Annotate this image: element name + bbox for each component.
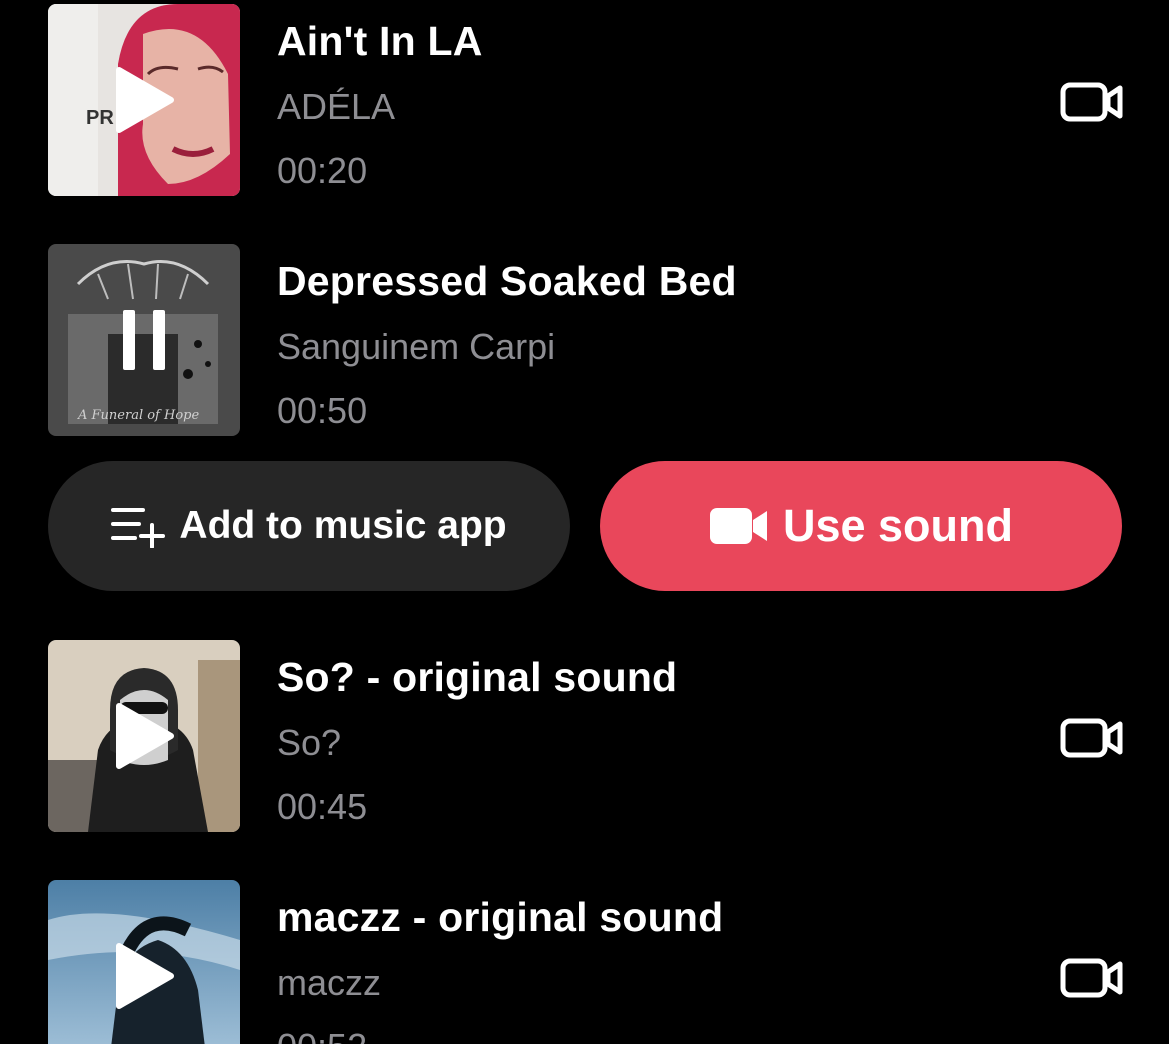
pause-icon[interactable] [113, 306, 175, 374]
track-title: So? - original sound [277, 654, 678, 700]
video-camera-icon[interactable] [1060, 958, 1124, 998]
album-art-aint-in-la[interactable]: PR [48, 4, 240, 196]
track-artist: ADÉLA [277, 86, 396, 127]
track-row-aint-in-la[interactable]: PR Ain't In LA ADÉLA 00:20 [0, 4, 1169, 196]
playlist-add-icon [111, 508, 166, 548]
add-to-music-app-label: Add to music app [179, 504, 507, 547]
album-art-text: A Funeral of Hope [77, 408, 199, 423]
sound-list-screen: PR Ain't In LA ADÉLA 00:20 A Funeral of … [0, 0, 1169, 1044]
track-artist: maczz [277, 962, 382, 1003]
play-icon[interactable] [113, 942, 175, 1010]
video-camera-icon[interactable] [1060, 718, 1124, 758]
track-title: Depressed Soaked Bed [277, 258, 737, 304]
play-icon[interactable] [113, 702, 175, 770]
album-art-depressed-soaked-bed[interactable]: A Funeral of Hope [48, 244, 240, 436]
track-duration: 00:50 [277, 390, 368, 431]
album-art-so-original-sound[interactable] [48, 640, 240, 832]
track-row-depressed-soaked-bed[interactable]: A Funeral of Hope Depressed Soaked Bed S… [0, 244, 1169, 436]
add-to-music-app-button[interactable]: Add to music app [48, 461, 570, 591]
track-row-so-original-sound[interactable]: So? - original sound So? 00:45 [0, 640, 1169, 832]
play-icon[interactable] [113, 66, 175, 134]
track-artist: So? [277, 722, 342, 763]
track-artist: Sanguinem Carpi [277, 326, 556, 367]
track-title: maczz - original sound [277, 894, 724, 940]
use-sound-button[interactable]: Use sound [600, 461, 1122, 591]
track-duration: 00:20 [277, 150, 368, 191]
track-title: Ain't In LA [277, 18, 483, 64]
album-art-maczz-original-sound[interactable] [48, 880, 240, 1044]
video-camera-icon [709, 508, 767, 544]
use-sound-label: Use sound [782, 500, 1014, 551]
track-duration: 00:45 [277, 786, 368, 827]
track-duration: 00:52 [277, 1026, 367, 1044]
video-camera-icon[interactable] [1060, 82, 1124, 122]
album-art-text: PR [86, 107, 114, 129]
track-row-maczz-original-sound[interactable]: maczz - original sound maczz 00:52 [0, 880, 1169, 1044]
